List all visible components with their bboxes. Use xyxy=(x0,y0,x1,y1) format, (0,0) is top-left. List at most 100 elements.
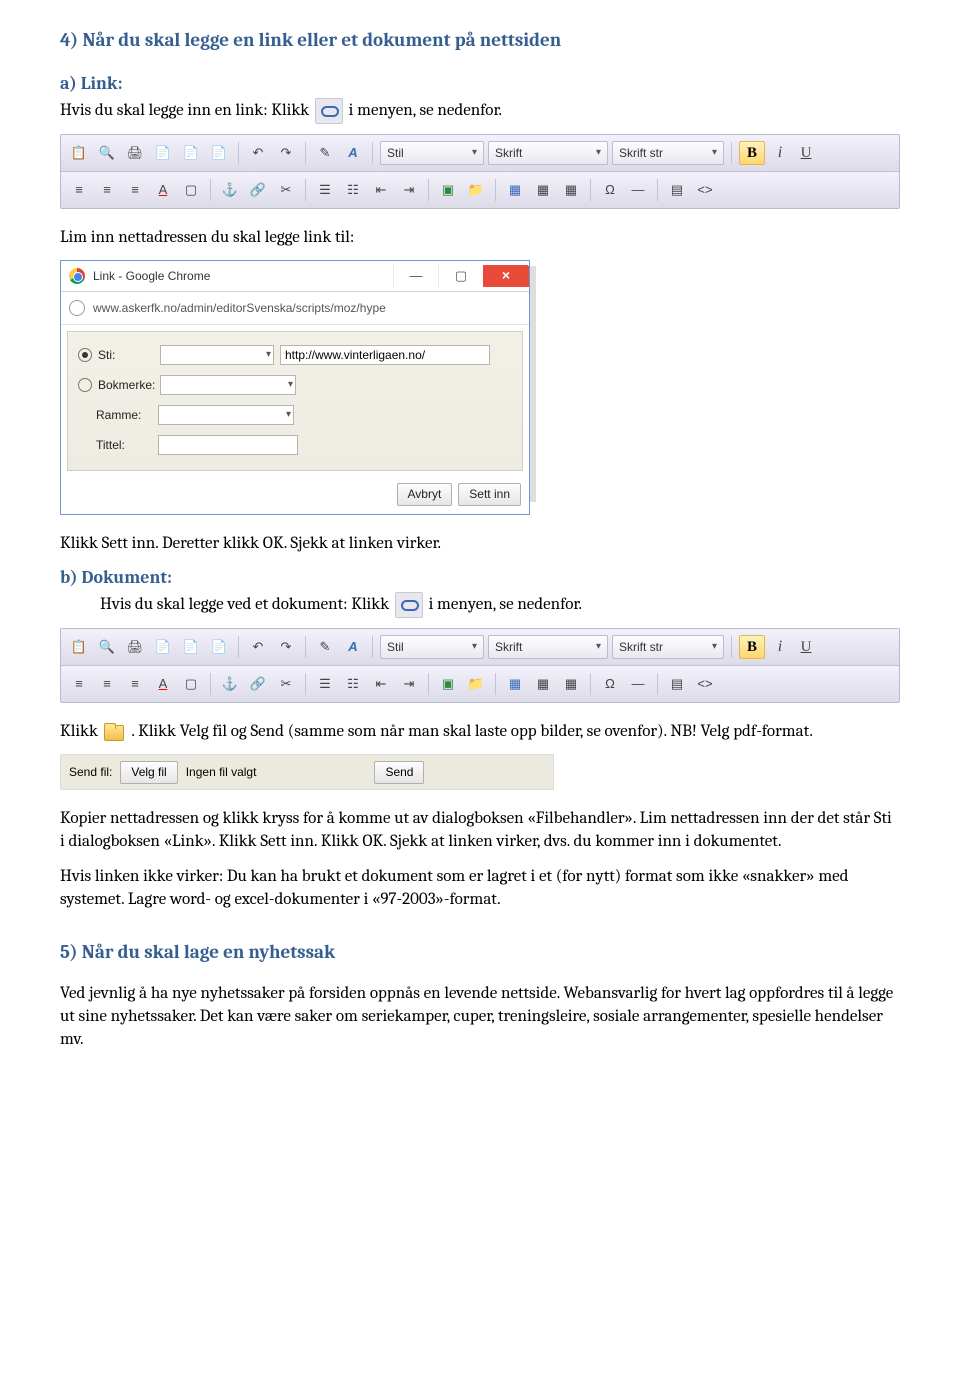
bokmerke-select[interactable]: ▾ xyxy=(160,375,296,395)
clipboard-icon[interactable]: 📋 xyxy=(67,635,91,659)
separator xyxy=(495,179,496,201)
velg-fil-button[interactable]: Velg fil xyxy=(120,761,177,784)
italic-button[interactable]: i xyxy=(769,635,791,659)
undo-icon[interactable]: ↶ xyxy=(246,141,270,165)
bullet-list-icon[interactable]: ☰ xyxy=(313,178,337,202)
special-char-icon[interactable]: Ω xyxy=(598,672,622,696)
table-props-icon[interactable]: ▦ xyxy=(531,178,555,202)
folder-icon[interactable]: 📁 xyxy=(464,178,488,202)
minimize-button[interactable]: — xyxy=(393,265,438,287)
bold-button[interactable]: B xyxy=(739,141,765,165)
highlight-color-icon[interactable]: ▢ xyxy=(179,672,203,696)
separator xyxy=(372,636,373,658)
style-select[interactable]: Stil ▾ xyxy=(380,635,484,659)
sti-radio[interactable] xyxy=(78,348,92,362)
ramme-select[interactable]: ▾ xyxy=(158,405,294,425)
number-list-icon[interactable]: ☷ xyxy=(341,672,365,696)
outdent-icon[interactable]: ⇤ xyxy=(369,178,393,202)
italic-button[interactable]: i xyxy=(769,141,791,165)
settinn-button[interactable]: Sett inn xyxy=(458,483,521,506)
paste-text-icon[interactable]: 📄 xyxy=(207,141,231,165)
remove-format-icon[interactable]: ✎ xyxy=(313,635,337,659)
insert-module-icon[interactable]: ▤ xyxy=(665,672,689,696)
maximize-button[interactable]: ▢ xyxy=(438,265,483,287)
bold-button[interactable]: B xyxy=(739,635,765,659)
indent-icon[interactable]: ⇥ xyxy=(397,178,421,202)
redo-icon[interactable]: ↷ xyxy=(274,635,298,659)
highlight-color-icon[interactable]: ▢ xyxy=(179,178,203,202)
format-painter-icon[interactable]: A xyxy=(341,141,365,165)
dialog-body: Sti: ▾ Bokmerke: ▾ Ramme: ▾ Tittel: xyxy=(67,331,523,471)
send-button[interactable]: Send xyxy=(374,761,424,784)
insert-link-icon[interactable]: 🔗 xyxy=(246,672,270,696)
redo-icon[interactable]: ↷ xyxy=(274,141,298,165)
insert-module-icon[interactable]: ▤ xyxy=(665,178,689,202)
format-painter-icon[interactable]: A xyxy=(341,635,365,659)
anchor-icon[interactable]: ⚓ xyxy=(218,178,242,202)
outdent-icon[interactable]: ⇤ xyxy=(369,672,393,696)
close-button[interactable]: × xyxy=(483,265,529,287)
sti-scheme-select[interactable]: ▾ xyxy=(160,345,274,365)
image-icon[interactable]: ▣ xyxy=(436,672,460,696)
search-icon[interactable]: 🔍 xyxy=(95,635,119,659)
print-icon[interactable]: 🖨 xyxy=(123,141,147,165)
table-row-icon[interactable]: ▦ xyxy=(559,672,583,696)
paste-icon[interactable]: 📄 xyxy=(151,141,175,165)
font-color-icon[interactable]: A xyxy=(151,672,175,696)
insert-link-icon[interactable]: 🔗 xyxy=(246,178,270,202)
table-row-icon[interactable]: ▦ xyxy=(559,178,583,202)
folder-icon[interactable]: 📁 xyxy=(464,672,488,696)
underline-button[interactable]: U xyxy=(795,635,817,659)
align-right-icon[interactable]: ≡ xyxy=(123,178,147,202)
remove-link-icon[interactable]: ✂ xyxy=(274,178,298,202)
table-icon[interactable]: ▦ xyxy=(503,672,527,696)
font-size-select[interactable]: Skrift str ▾ xyxy=(612,141,724,165)
font-select-label: Skrift xyxy=(495,145,522,161)
indent-icon[interactable]: ⇥ xyxy=(397,672,421,696)
bullet-list-icon[interactable]: ☰ xyxy=(313,672,337,696)
sti-input[interactable] xyxy=(280,345,490,365)
font-select[interactable]: Skrift ▾ xyxy=(488,141,608,165)
paste-word-icon[interactable]: 📄 xyxy=(179,141,203,165)
address-bar xyxy=(61,292,529,325)
paste-text-icon[interactable]: 📄 xyxy=(207,635,231,659)
url-display[interactable] xyxy=(91,300,521,316)
source-icon[interactable]: <> xyxy=(693,672,717,696)
anchor-icon[interactable]: ⚓ xyxy=(218,672,242,696)
source-icon[interactable]: <> xyxy=(693,178,717,202)
align-left-icon[interactable]: ≡ xyxy=(67,672,91,696)
align-center-icon[interactable]: ≡ xyxy=(95,178,119,202)
align-left-icon[interactable]: ≡ xyxy=(67,178,91,202)
separator xyxy=(731,636,732,658)
font-size-select-label: Skrift str xyxy=(619,639,663,655)
remove-format-icon[interactable]: ✎ xyxy=(313,141,337,165)
hr-icon[interactable]: — xyxy=(626,178,650,202)
section-5-heading: 5) Når du skal lage en nyhetssak xyxy=(60,940,900,966)
print-icon[interactable]: 🖨 xyxy=(123,635,147,659)
number-list-icon[interactable]: ☷ xyxy=(341,178,365,202)
font-size-select[interactable]: Skrift str ▾ xyxy=(612,635,724,659)
table-icon[interactable]: ▦ xyxy=(503,178,527,202)
section-5-text: Ved jevnlig å ha nye nyhetssaker på fors… xyxy=(60,983,900,1052)
paste-icon[interactable]: 📄 xyxy=(151,635,175,659)
subsection-b-heading: b) Dokument: xyxy=(60,566,900,590)
table-props-icon[interactable]: ▦ xyxy=(531,672,555,696)
underline-button[interactable]: U xyxy=(795,141,817,165)
bokmerke-radio[interactable] xyxy=(78,378,92,392)
style-select[interactable]: Stil ▾ xyxy=(380,141,484,165)
align-center-icon[interactable]: ≡ xyxy=(95,672,119,696)
hr-icon[interactable]: — xyxy=(626,672,650,696)
image-icon[interactable]: ▣ xyxy=(436,178,460,202)
remove-link-icon[interactable]: ✂ xyxy=(274,672,298,696)
align-right-icon[interactable]: ≡ xyxy=(123,672,147,696)
search-icon[interactable]: 🔍 xyxy=(95,141,119,165)
undo-icon[interactable]: ↶ xyxy=(246,635,270,659)
paste-word-icon[interactable]: 📄 xyxy=(179,635,203,659)
tittel-input[interactable] xyxy=(158,435,298,455)
font-select[interactable]: Skrift ▾ xyxy=(488,635,608,659)
avbryt-button[interactable]: Avbryt xyxy=(397,483,453,506)
special-char-icon[interactable]: Ω xyxy=(598,178,622,202)
font-color-icon[interactable]: A xyxy=(151,178,175,202)
separator xyxy=(657,179,658,201)
clipboard-icon[interactable]: 📋 xyxy=(67,141,91,165)
